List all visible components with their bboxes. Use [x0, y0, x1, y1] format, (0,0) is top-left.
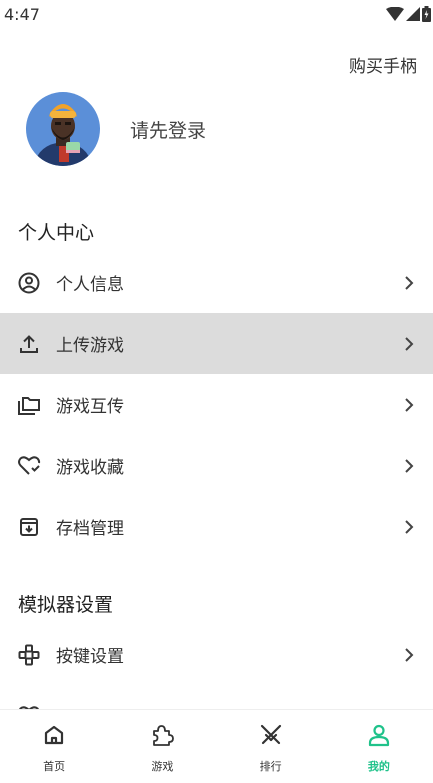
gamepad-keys-icon: [17, 643, 41, 667]
status-icons: [386, 6, 431, 22]
chevron-right-icon: [405, 336, 414, 351]
tab-label: 游戏: [151, 760, 174, 773]
tab-label: 排行: [259, 760, 282, 773]
section-title-personal-center: 个人中心: [18, 222, 95, 244]
puzzle-icon: [149, 722, 175, 748]
archive-icon: [17, 515, 41, 539]
person-icon: [366, 722, 392, 748]
menu-item-personal-info[interactable]: 个人信息: [0, 252, 433, 313]
menu-item-game-favorites[interactable]: 游戏收藏: [0, 435, 433, 496]
tab-label: 我的: [367, 760, 390, 773]
chevron-right-icon: [405, 458, 414, 473]
login-prompt[interactable]: 请先登录: [130, 116, 206, 143]
chevron-right-icon: [405, 519, 414, 534]
tab-ranking[interactable]: 排行: [217, 710, 325, 783]
menu-label: 游戏互传: [56, 397, 124, 417]
menu-item-key-settings[interactable]: 按键设置: [0, 624, 433, 685]
chevron-right-icon: [405, 397, 414, 412]
tab-label: 首页: [43, 760, 66, 773]
chevron-right-icon: [405, 647, 414, 662]
status-bar: 4:47: [0, 0, 433, 30]
tab-home[interactable]: 首页: [0, 710, 108, 783]
home-icon: [41, 722, 67, 748]
menu-label: 存档管理: [56, 519, 124, 539]
wifi-icon: [386, 7, 404, 21]
menu-item-save-management[interactable]: 存档管理: [0, 496, 433, 557]
folders-icon: [17, 393, 41, 417]
bottom-tab-bar: 首页 游戏 排行 我的: [0, 709, 433, 783]
battery-icon: [422, 6, 431, 22]
profile-header[interactable]: 请先登录: [26, 92, 206, 166]
chevron-right-icon: [405, 275, 414, 290]
crossed-swords-icon: [258, 722, 284, 748]
menu-label: 上传游戏: [56, 336, 124, 356]
upload-icon: [17, 332, 41, 356]
section-title-emulator-settings: 模拟器设置: [18, 594, 114, 616]
status-time: 4:47: [4, 5, 40, 24]
menu-item-upload-game[interactable]: 上传游戏: [0, 313, 433, 374]
avatar[interactable]: [26, 92, 100, 166]
tab-games[interactable]: 游戏: [108, 710, 216, 783]
menu-label: 游戏收藏: [56, 458, 124, 478]
menu-label: 个人信息: [56, 275, 124, 295]
signal-icon: [406, 7, 420, 21]
menu-label: 按键设置: [56, 647, 124, 667]
menu-item-game-transfer[interactable]: 游戏互传: [0, 374, 433, 435]
tab-mine[interactable]: 我的: [325, 710, 433, 783]
heart-check-icon: [17, 454, 41, 478]
user-circle-icon: [17, 271, 41, 295]
buy-controller-link[interactable]: 购买手柄: [349, 52, 417, 77]
